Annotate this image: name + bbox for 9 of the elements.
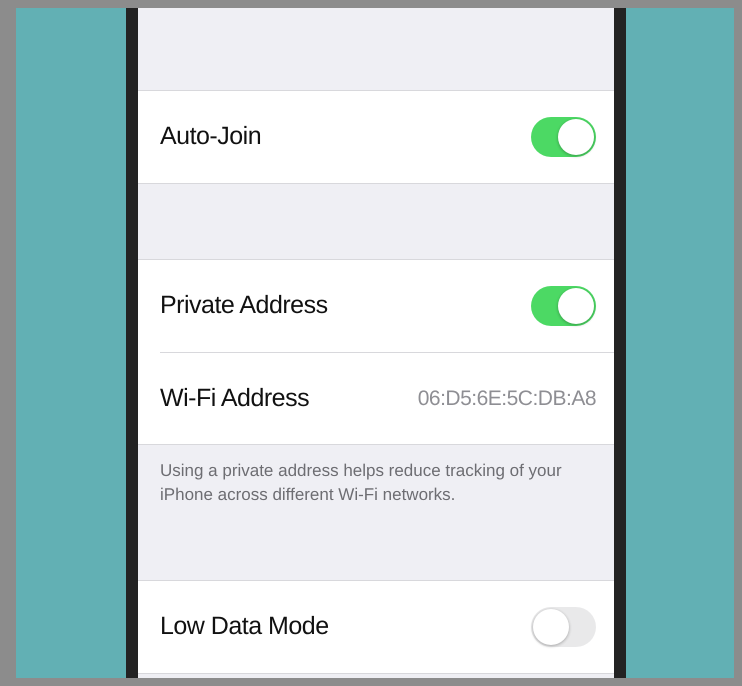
toggle-switch[interactable] bbox=[531, 607, 596, 647]
toggle-switch[interactable] bbox=[531, 117, 596, 157]
setting-value: 06:D5:6E:5C:DB:A8 bbox=[418, 386, 596, 412]
setting-label: Private Address bbox=[160, 290, 328, 322]
setting-label: Auto-Join bbox=[160, 121, 262, 152]
toggle-switch[interactable] bbox=[531, 286, 596, 326]
footer-note: Using a private address helps reduce tracking of your iPhone across different Wi-Fi networks. bbox=[160, 461, 562, 504]
setting-label: Low Data Mode bbox=[160, 611, 329, 642]
setting-label: Wi-Fi Address bbox=[160, 382, 310, 414]
